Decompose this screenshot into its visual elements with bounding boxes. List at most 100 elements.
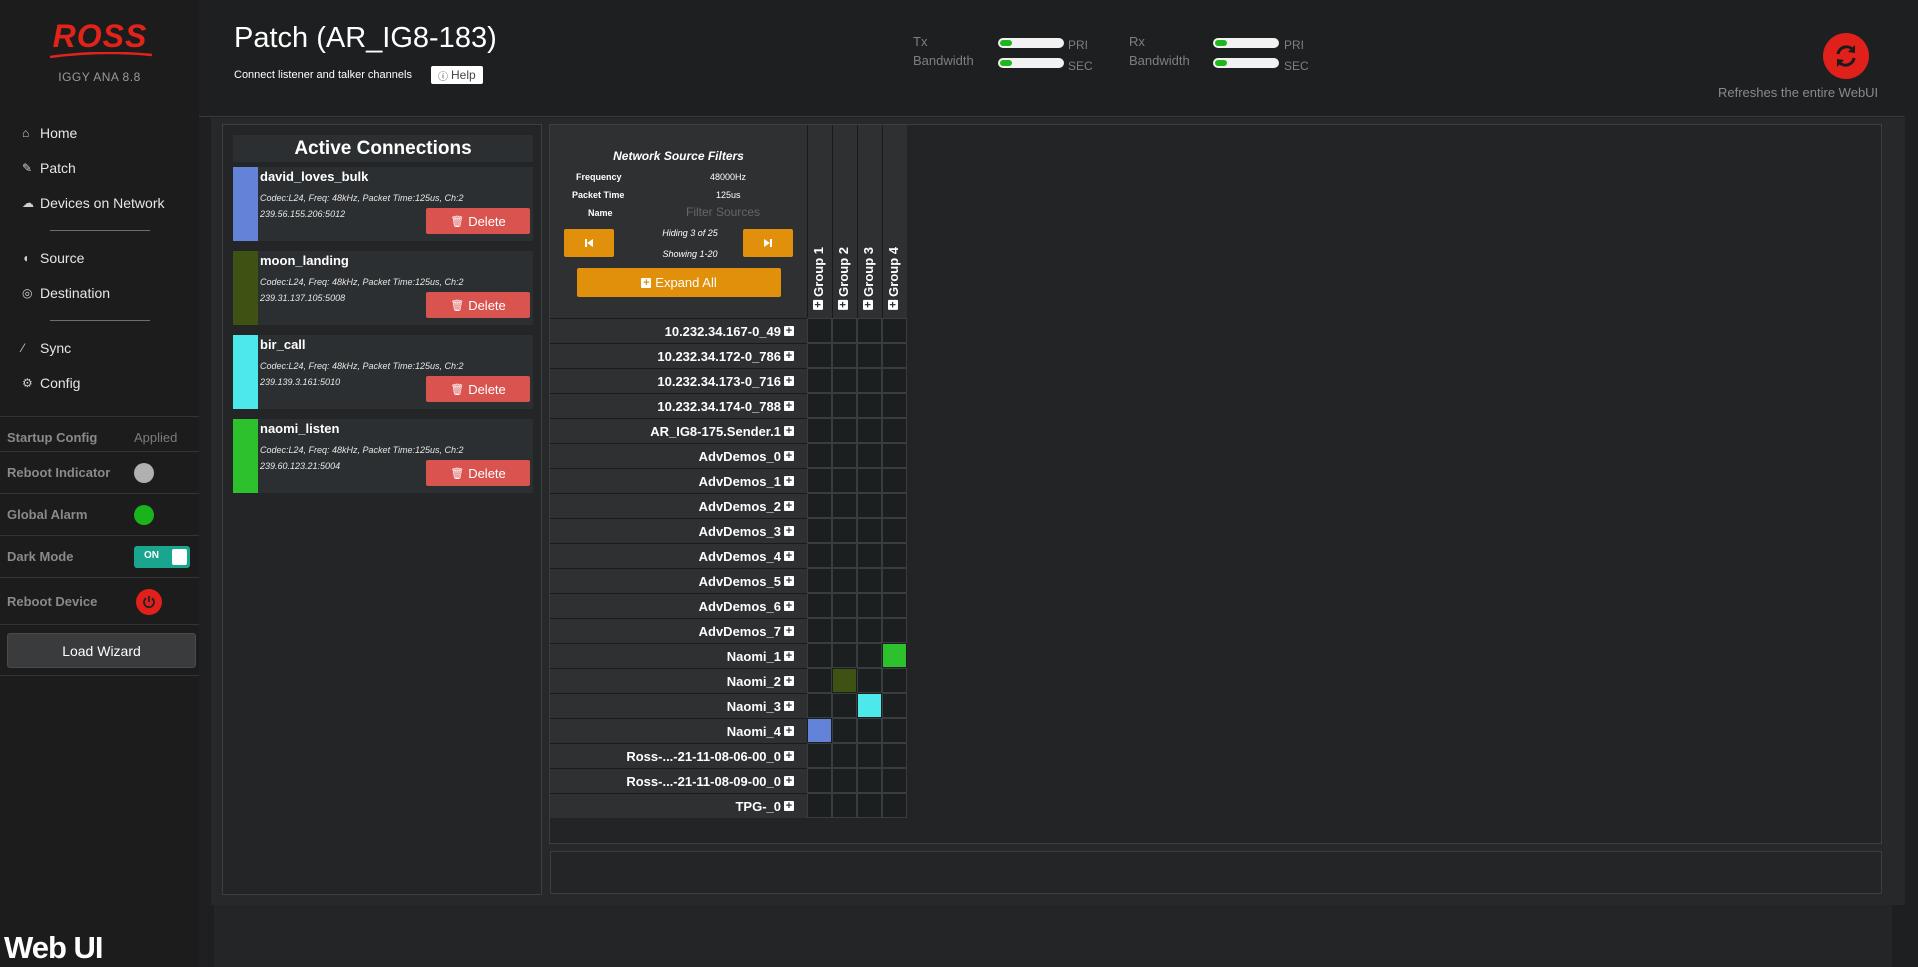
patch-cell[interactable] bbox=[857, 618, 882, 643]
patch-cell[interactable] bbox=[807, 693, 832, 718]
patch-cell[interactable] bbox=[882, 668, 907, 693]
source-name[interactable]: Naomi_4 + bbox=[550, 718, 807, 743]
previous-page-button[interactable] bbox=[564, 229, 614, 257]
source-name[interactable]: Naomi_2 + bbox=[550, 668, 807, 693]
patch-cell[interactable] bbox=[832, 368, 857, 393]
load-wizard-button[interactable]: Load Wizard bbox=[7, 633, 196, 668]
source-name[interactable]: Naomi_1 + bbox=[550, 643, 807, 668]
patch-cell[interactable] bbox=[807, 543, 832, 568]
reboot-device-button[interactable] bbox=[136, 588, 162, 615]
patch-cell[interactable] bbox=[857, 593, 882, 618]
patch-cell[interactable] bbox=[882, 693, 907, 718]
patch-cell[interactable] bbox=[882, 368, 907, 393]
patch-cell[interactable] bbox=[882, 568, 907, 593]
nav-destination[interactable]: ◎ Destination bbox=[22, 282, 110, 304]
patch-cell[interactable] bbox=[807, 568, 832, 593]
nav-sync[interactable]: ⁄ Sync bbox=[22, 337, 71, 359]
patch-cell[interactable] bbox=[882, 343, 907, 368]
next-page-button[interactable] bbox=[743, 229, 793, 257]
nav-source[interactable]: ◖ Source bbox=[22, 247, 84, 269]
refresh-webui-button[interactable] bbox=[1823, 33, 1869, 79]
patch-cell[interactable] bbox=[832, 693, 857, 718]
patch-cell[interactable] bbox=[832, 343, 857, 368]
patch-cell[interactable] bbox=[857, 793, 882, 818]
patch-cell[interactable] bbox=[832, 793, 857, 818]
patch-cell[interactable] bbox=[857, 518, 882, 543]
source-name[interactable]: AdvDemos_2 + bbox=[550, 493, 807, 518]
patch-cell[interactable] bbox=[857, 418, 882, 443]
delete-connection-button[interactable]: 🗑 Delete bbox=[426, 208, 530, 234]
patch-cell[interactable] bbox=[857, 543, 882, 568]
patch-cell[interactable] bbox=[882, 743, 907, 768]
patch-cell[interactable] bbox=[882, 593, 907, 618]
patch-cell[interactable] bbox=[857, 343, 882, 368]
patch-cell[interactable] bbox=[832, 493, 857, 518]
patch-cell[interactable] bbox=[807, 743, 832, 768]
patch-cell[interactable] bbox=[807, 393, 832, 418]
patch-cell[interactable] bbox=[807, 518, 832, 543]
patch-cell[interactable] bbox=[857, 668, 882, 693]
patch-cell[interactable] bbox=[882, 643, 907, 668]
patch-cell[interactable] bbox=[857, 718, 882, 743]
source-name[interactable]: 10.232.34.167-0_49 + bbox=[550, 318, 807, 343]
source-name[interactable]: Ross-...-21-11-08-06-00_0 + bbox=[550, 743, 807, 768]
patch-cell[interactable] bbox=[882, 318, 907, 343]
patch-cell[interactable] bbox=[832, 618, 857, 643]
patch-cell[interactable] bbox=[832, 418, 857, 443]
delete-connection-button[interactable]: 🗑 Delete bbox=[426, 292, 530, 318]
source-name[interactable]: 10.232.34.174-0_788 + bbox=[550, 393, 807, 418]
delete-connection-button[interactable]: 🗑 Delete bbox=[426, 376, 530, 402]
source-name[interactable]: AR_IG8-175.Sender.1 + bbox=[550, 418, 807, 443]
patch-cell[interactable] bbox=[882, 418, 907, 443]
patch-cell[interactable] bbox=[807, 793, 832, 818]
patch-cell[interactable] bbox=[807, 318, 832, 343]
ross-logo[interactable]: ROSS bbox=[44, 18, 156, 58]
patch-cell[interactable] bbox=[807, 643, 832, 668]
patch-cell[interactable] bbox=[857, 693, 882, 718]
source-name[interactable]: AdvDemos_6 + bbox=[550, 593, 807, 618]
dark-mode-toggle[interactable]: ON bbox=[134, 545, 190, 568]
nav-devices-on-network[interactable]: ☁ Devices on Network bbox=[22, 192, 165, 214]
patch-cell[interactable] bbox=[832, 668, 857, 693]
nav-config[interactable]: ⚙ Config bbox=[22, 372, 80, 394]
patch-cell[interactable] bbox=[832, 518, 857, 543]
source-name[interactable]: AdvDemos_0 + bbox=[550, 443, 807, 468]
patch-cell[interactable] bbox=[882, 793, 907, 818]
filter-sources-input[interactable] bbox=[653, 204, 793, 220]
patch-cell[interactable] bbox=[807, 593, 832, 618]
patch-cell[interactable] bbox=[882, 618, 907, 643]
patch-cell[interactable] bbox=[832, 718, 857, 743]
patch-cell[interactable] bbox=[882, 768, 907, 793]
source-name[interactable]: AdvDemos_4 + bbox=[550, 543, 807, 568]
patch-cell[interactable] bbox=[857, 643, 882, 668]
patch-cell[interactable] bbox=[882, 718, 907, 743]
patch-cell[interactable] bbox=[857, 568, 882, 593]
patch-cell[interactable] bbox=[832, 768, 857, 793]
patch-cell[interactable] bbox=[807, 468, 832, 493]
patch-cell[interactable] bbox=[882, 543, 907, 568]
expand-all-button[interactable]: + Expand All bbox=[577, 268, 781, 297]
patch-cell[interactable] bbox=[807, 668, 832, 693]
group-column-header[interactable]: + Group 4 bbox=[882, 125, 907, 318]
patch-cell[interactable] bbox=[807, 493, 832, 518]
group-column-header[interactable]: + Group 2 bbox=[832, 125, 857, 318]
patch-cell[interactable] bbox=[857, 493, 882, 518]
patch-cell[interactable] bbox=[857, 368, 882, 393]
source-name[interactable]: AdvDemos_1 + bbox=[550, 468, 807, 493]
delete-connection-button[interactable]: 🗑 Delete bbox=[426, 460, 530, 486]
patch-cell[interactable] bbox=[882, 443, 907, 468]
nav-home[interactable]: ⌂ Home bbox=[22, 122, 77, 144]
source-name[interactable]: 10.232.34.172-0_786 + bbox=[550, 343, 807, 368]
patch-cell[interactable] bbox=[857, 318, 882, 343]
patch-cell[interactable] bbox=[832, 643, 857, 668]
source-name[interactable]: Ross-...-21-11-08-09-00_0 + bbox=[550, 768, 807, 793]
source-name[interactable]: AdvDemos_7 + bbox=[550, 618, 807, 643]
patch-cell[interactable] bbox=[807, 418, 832, 443]
patch-cell[interactable] bbox=[882, 468, 907, 493]
patch-cell[interactable] bbox=[832, 743, 857, 768]
patch-cell[interactable] bbox=[882, 518, 907, 543]
patch-cell[interactable] bbox=[832, 318, 857, 343]
patch-cell[interactable] bbox=[832, 543, 857, 568]
source-name[interactable]: 10.232.34.173-0_716 + bbox=[550, 368, 807, 393]
patch-cell[interactable] bbox=[882, 393, 907, 418]
